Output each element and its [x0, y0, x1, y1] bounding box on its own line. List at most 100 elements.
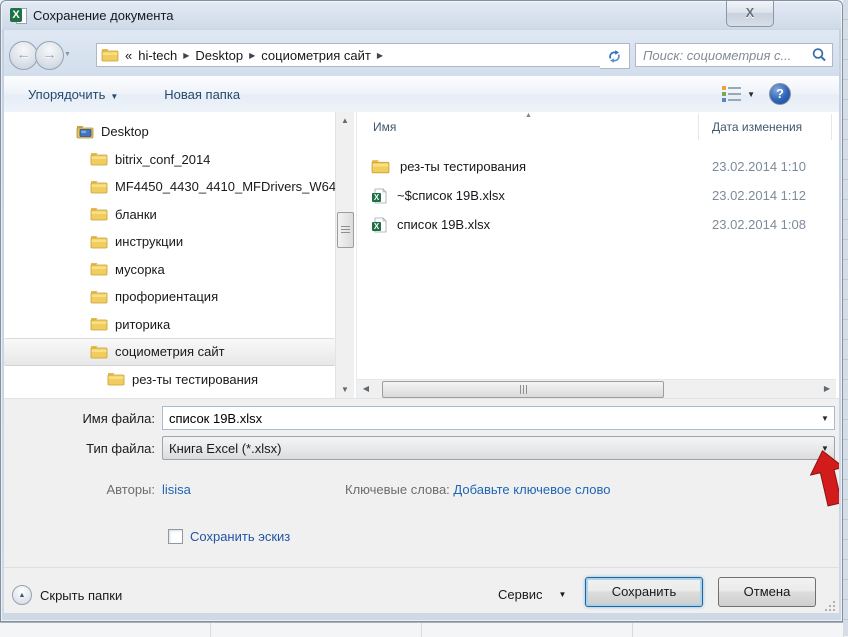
folder-icon	[90, 235, 108, 249]
save-thumbnail-checkbox[interactable]	[168, 529, 183, 544]
refresh-button[interactable]	[600, 43, 630, 69]
folder-icon	[90, 317, 108, 331]
dialog-footer: ▲ Скрыть папки Сервис ▼ Сохранить Отмена	[4, 567, 839, 613]
new-folder-button[interactable]: Новая папка	[154, 83, 250, 106]
filetype-value: Книга Excel (*.xlsx)	[163, 441, 816, 456]
excel-app-icon: X	[10, 7, 27, 24]
search-icon[interactable]	[810, 46, 828, 64]
chevron-down-icon: ▼	[747, 90, 755, 99]
folder-icon	[371, 159, 390, 174]
tree-item-desktop[interactable]: Desktop	[4, 118, 335, 146]
file-row-temp-xlsx[interactable]: X ~$список 19В.xlsx 23.02.2014 1:12	[357, 181, 836, 210]
folder-icon	[101, 48, 119, 62]
titlebar[interactable]: X Сохранение документа	[1, 1, 842, 30]
horizontal-scrollbar-thumb[interactable]	[382, 381, 664, 398]
tree-item-rezults-testing[interactable]: рез-ты тестирования	[4, 366, 335, 394]
file-list-horizontal-scrollbar[interactable]: ◀ ▶	[357, 379, 836, 398]
file-row-spisok-xlsx[interactable]: X список 19В.xlsx 23.02.2014 1:08	[357, 210, 836, 239]
collapse-icon: ▲	[12, 585, 32, 605]
dialog-client-area: ← → ▼ « hi-tech ▶ Desktop ▶ со	[4, 30, 839, 613]
svg-text:X: X	[374, 193, 380, 202]
filename-input[interactable]	[163, 411, 816, 426]
keywords-row: Ключевые слова: Добавьте ключевое слово	[345, 482, 610, 497]
folder-icon	[90, 345, 108, 359]
back-button[interactable]: ←	[9, 41, 38, 70]
tree-item-mfdrivers[interactable]: MF4450_4430_4410_MFDrivers_W64	[4, 173, 335, 201]
breadcrumb-overflow[interactable]: «	[125, 48, 132, 63]
close-button[interactable]: X	[726, 1, 774, 27]
resize-grip[interactable]	[823, 599, 835, 611]
back-icon: ←	[17, 46, 31, 62]
column-divider[interactable]	[831, 114, 832, 140]
organize-button[interactable]: Упорядочить▼	[18, 83, 128, 106]
breadcrumb-item-desktop[interactable]: Desktop	[195, 48, 243, 63]
desktop-icon	[76, 125, 94, 139]
background-app-right-strip	[843, 0, 848, 636]
tree-scrollbar-thumb[interactable]	[337, 212, 354, 248]
folder-icon	[90, 207, 108, 221]
tools-dropdown-button[interactable]: Сервис ▼	[490, 581, 574, 608]
tree-item-ritorika[interactable]: риторика	[4, 311, 335, 339]
chevron-down-icon: ▼	[559, 590, 567, 599]
scroll-up-icon[interactable]: ▲	[336, 112, 354, 129]
column-divider[interactable]	[698, 114, 699, 140]
breadcrumb-separator-icon[interactable]: ▶	[183, 51, 189, 60]
tree-item-clipped[interactable]: фишки со сказками	[4, 393, 335, 398]
folder-icon	[90, 290, 108, 304]
save-button[interactable]: Сохранить	[585, 577, 703, 607]
excel-file-icon: X	[371, 188, 387, 204]
folder-icon	[90, 152, 108, 166]
folder-icon	[107, 372, 125, 386]
forward-button[interactable]: →	[35, 41, 64, 70]
save-thumbnail-row: Сохранить эскиз	[168, 529, 290, 544]
column-header-name[interactable]: Имя	[373, 120, 396, 134]
save-dialog: X Сохранение документа X ← → ▼	[0, 0, 843, 622]
breadcrumb-item-hi-tech[interactable]: hi-tech	[138, 48, 177, 63]
refresh-icon	[607, 49, 622, 64]
scroll-down-icon[interactable]: ▼	[336, 381, 354, 398]
chevron-down-icon[interactable]: ▼	[816, 414, 834, 423]
question-mark-icon: ?	[776, 86, 784, 101]
cancel-button[interactable]: Отмена	[718, 577, 816, 607]
breadcrumb-separator-icon[interactable]: ▶	[249, 51, 255, 60]
hide-folders-button[interactable]: ▲ Скрыть папки	[12, 585, 122, 605]
tree-item-musorka[interactable]: мусорка	[4, 256, 335, 284]
close-icon: X	[746, 5, 755, 20]
tree-item-proforientacia[interactable]: профориентация	[4, 283, 335, 311]
background-app-bottom-strip	[0, 622, 848, 637]
file-list-header: ▲ Имя Дата изменения	[357, 112, 836, 143]
filetype-select[interactable]: Книга Excel (*.xlsx) ▼	[162, 436, 835, 460]
breadcrumb-separator-icon[interactable]: ▶	[377, 51, 383, 60]
file-row-rezults-folder[interactable]: рез-ты тестирования 23.02.2014 1:10	[357, 152, 836, 181]
dialog-title: Сохранение документа	[33, 8, 174, 23]
column-header-date[interactable]: Дата изменения	[712, 120, 802, 134]
search-box	[635, 43, 833, 67]
change-view-button[interactable]: ▼	[722, 86, 755, 102]
tree-item-blanki[interactable]: бланки	[4, 201, 335, 229]
authors-value-link[interactable]: lisisa	[162, 482, 191, 497]
add-keyword-link[interactable]: Добавьте ключевое слово	[453, 482, 610, 497]
tree-item-sociometria-site-selected[interactable]: социометрия сайт	[4, 338, 335, 366]
scroll-right-icon[interactable]: ▶	[818, 380, 836, 398]
recent-pages-dropdown[interactable]: ▼	[64, 51, 71, 58]
folder-icon	[90, 180, 108, 194]
list-view-icon	[722, 86, 741, 102]
authors-label: Авторы:	[7, 482, 155, 497]
scroll-left-icon[interactable]: ◀	[357, 380, 375, 398]
chevron-down-icon: ▼	[110, 92, 118, 101]
save-thumbnail-label[interactable]: Сохранить эскиз	[190, 529, 290, 544]
filetype-label: Тип файла:	[7, 441, 155, 456]
svg-text:X: X	[374, 222, 380, 231]
breadcrumb-item-current-folder[interactable]: социометрия сайт	[261, 48, 371, 63]
navigation-band: ← → ▼ « hi-tech ▶ Desktop ▶ со	[4, 30, 839, 76]
tree-item-bitrix-conf[interactable]: bitrix_conf_2014	[4, 146, 335, 174]
screen: { "window": { "title": "Сохранение докум…	[0, 0, 848, 636]
folder-icon	[90, 262, 108, 276]
filename-combo: ▼	[162, 406, 835, 430]
search-input[interactable]	[636, 48, 810, 63]
folder-tree: Desktop bitrix_conf_2014 MF4450_4430_441…	[4, 112, 335, 398]
forward-icon: →	[43, 46, 57, 62]
tree-vertical-scrollbar[interactable]: ▲ ▼	[335, 112, 354, 398]
help-button[interactable]: ?	[769, 83, 791, 105]
tree-item-instrukcii[interactable]: инструкции	[4, 228, 335, 256]
